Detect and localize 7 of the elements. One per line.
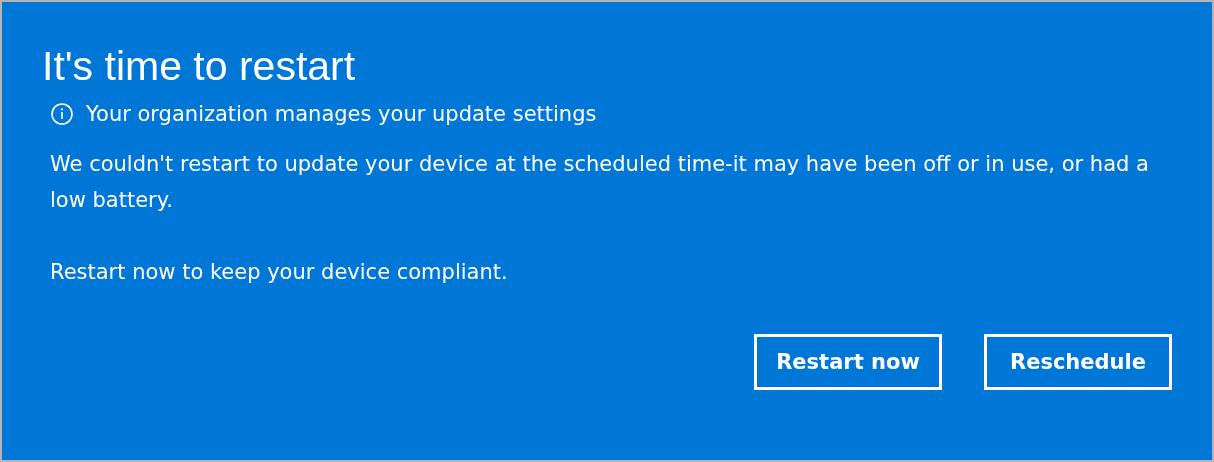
dialog-title: It's time to restart — [42, 42, 357, 90]
info-icon — [50, 102, 74, 126]
message-text: We couldn't restart to update your device at the scheduled time-it may have been off or in use, or had a low battery. — [50, 151, 1150, 214]
notice-text: Your organization manages your update settings — [86, 102, 597, 126]
message-text: Restart now to keep your device compliant. — [50, 259, 509, 286]
dialog-button[interactable]: Reschedule — [984, 334, 1172, 390]
dialog-button[interactable]: Restart now — [754, 334, 942, 390]
